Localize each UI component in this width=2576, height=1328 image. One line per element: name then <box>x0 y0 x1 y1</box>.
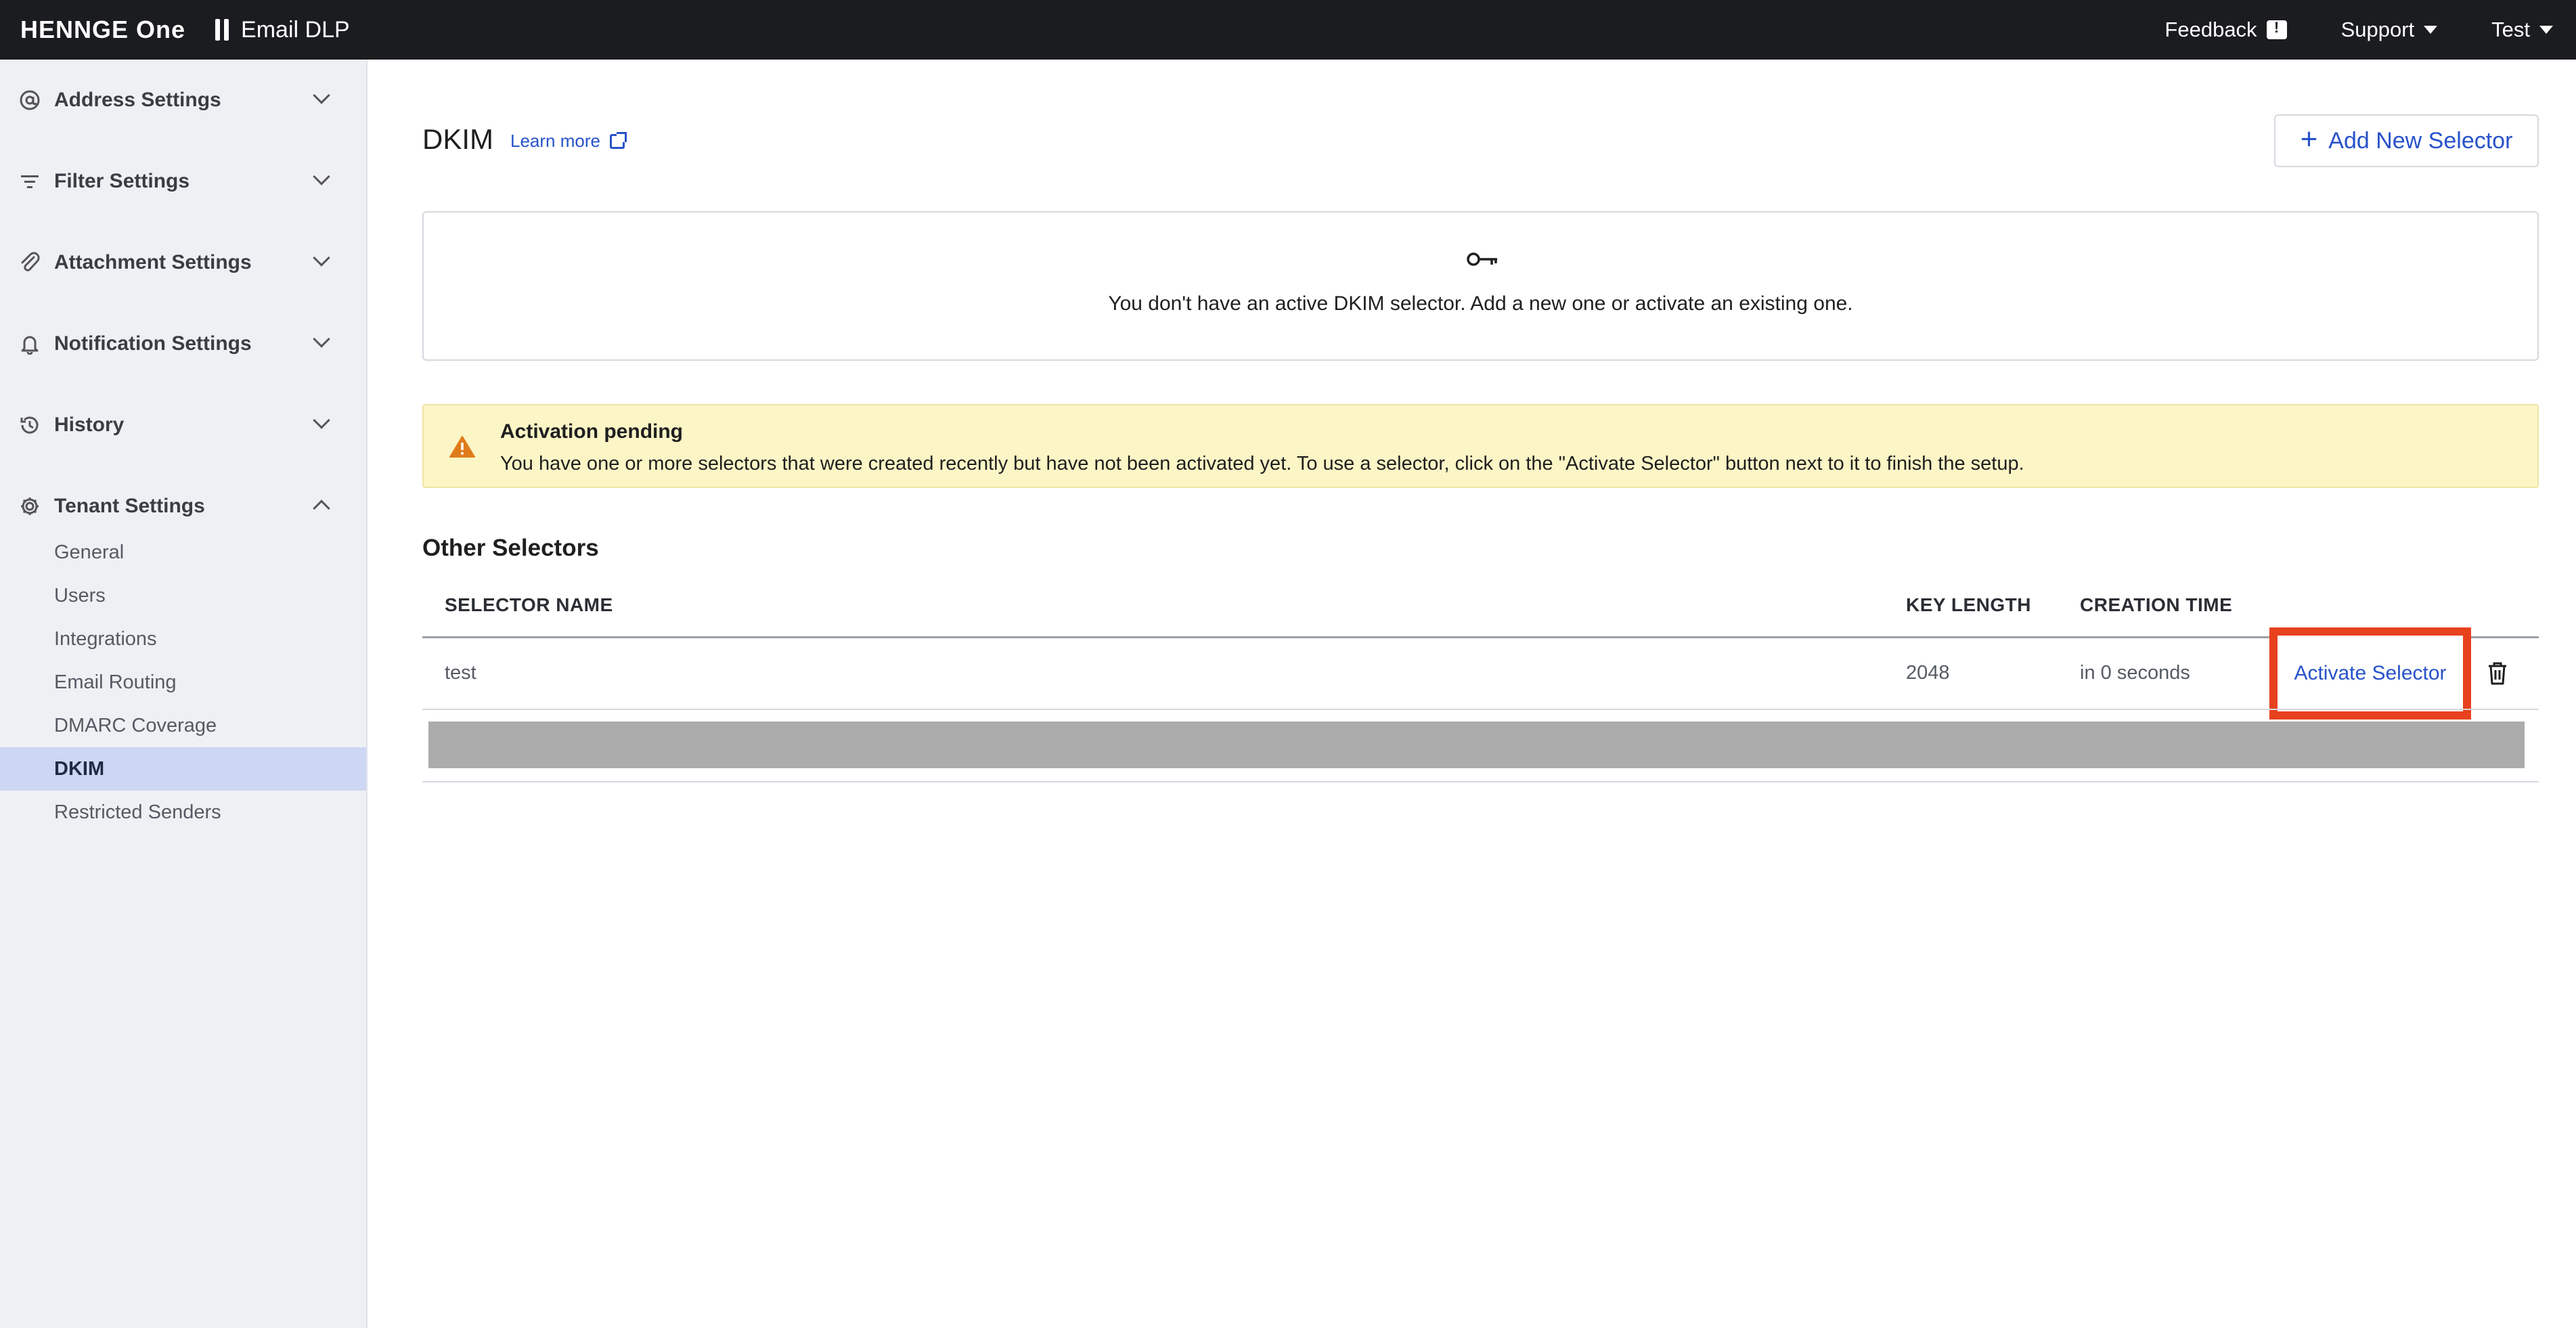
caret-down-icon <box>2424 26 2438 34</box>
sidebar-item-dmarc-coverage[interactable]: DMARC Coverage <box>0 704 366 747</box>
sidebar-item-email-routing[interactable]: Email Routing <box>0 661 366 704</box>
sidebar-item-integrations[interactable]: Integrations <box>0 617 366 661</box>
sidebar-group-label: Tenant Settings <box>54 495 205 517</box>
sidebar-group-filter-settings[interactable]: Filter Settings <box>0 154 368 208</box>
sidebar-item-general[interactable]: General <box>0 531 366 574</box>
brand[interactable]: HENNGE One Email DLP <box>20 0 350 60</box>
activation-pending-alert: Activation pending You have one or more … <box>422 404 2539 488</box>
page-title: DKIM <box>422 123 493 155</box>
top-bar: HENNGE One Email DLP Feedback Support Te… <box>0 0 2576 60</box>
at-icon <box>20 90 40 110</box>
warning-icon <box>449 436 475 458</box>
user-label: Test <box>2491 18 2530 41</box>
sidebar-group-label: Notification Settings <box>54 332 252 355</box>
sidebar-group-attachment-settings[interactable]: Attachment Settings <box>0 236 368 290</box>
column-header-key-length: KEY LENGTH <box>1906 594 2031 615</box>
table-header-divider <box>422 636 2539 638</box>
empty-state-panel: You don't have an active DKIM selector. … <box>422 211 2539 361</box>
sidebar: Address Settings Filter Settings Attachm… <box>0 60 368 1328</box>
sidebar-item-dkim[interactable]: DKIM <box>0 747 366 791</box>
sidebar-group-label: History <box>54 414 125 436</box>
activate-selector-highlight: Activate Selector <box>2269 627 2471 720</box>
brand-logo: HENNGE One <box>20 16 186 43</box>
chevron-down-icon <box>313 249 330 267</box>
gear-icon <box>21 497 39 515</box>
sidebar-group-notification-settings[interactable]: Notification Settings <box>0 317 368 371</box>
selector-name-cell: test <box>445 662 476 684</box>
table-bottom-divider <box>422 781 2539 782</box>
support-menu[interactable]: Support <box>2341 18 2438 42</box>
column-header-creation-time: CREATION TIME <box>2080 594 2233 615</box>
alert-title: Activation pending <box>500 420 683 443</box>
paperclip-icon <box>21 252 40 271</box>
creation-time-cell: in 0 seconds <box>2080 662 2190 684</box>
trash-icon[interactable] <box>2487 661 2508 686</box>
sidebar-group-label: Attachment Settings <box>54 251 252 273</box>
key-length-cell: 2048 <box>1906 662 1950 684</box>
bell-icon <box>21 336 39 355</box>
feedback-button[interactable]: Feedback <box>2164 18 2287 42</box>
external-link-icon <box>609 131 627 149</box>
sidebar-group-label: Filter Settings <box>54 170 190 192</box>
chevron-down-icon <box>313 87 330 104</box>
column-header-selector-name: SELECTOR NAME <box>445 594 613 615</box>
feedback-label: Feedback <box>2164 18 2257 41</box>
sidebar-item-users[interactable]: Users <box>0 574 366 617</box>
table-row-divider <box>422 709 2539 710</box>
sidebar-group-address-settings[interactable]: Address Settings <box>0 73 368 127</box>
filter-icon <box>21 175 39 188</box>
alert-body: You have one or more selectors that were… <box>500 453 2024 474</box>
key-icon <box>1467 252 1497 266</box>
chevron-up-icon <box>313 500 330 517</box>
add-new-selector-label: Add New Selector <box>2328 127 2513 154</box>
support-label: Support <box>2340 18 2415 41</box>
section-title: Other Selectors <box>422 535 599 561</box>
plus-icon: + <box>2300 123 2318 156</box>
main-content: DKIM Learn more + Add New Selector You d… <box>368 60 2576 1328</box>
chevron-down-icon <box>313 412 330 429</box>
feedback-icon <box>2266 19 2287 39</box>
learn-more-label: Learn more <box>510 131 600 151</box>
sidebar-group-label: Address Settings <box>54 89 221 111</box>
product-name: Email DLP <box>241 16 350 43</box>
add-new-selector-button[interactable]: + Add New Selector <box>2274 114 2539 167</box>
sidebar-group-history[interactable]: History <box>0 398 368 452</box>
activate-selector-button[interactable]: Activate Selector <box>2294 662 2446 685</box>
chevron-down-icon <box>313 168 330 185</box>
sidebar-item-restricted-senders[interactable]: Restricted Senders <box>0 791 366 834</box>
sidebar-group-tenant-settings[interactable]: Tenant Settings <box>0 479 368 533</box>
user-menu[interactable]: Test <box>2491 18 2553 42</box>
empty-state-message: You don't have an active DKIM selector. … <box>1108 292 1853 315</box>
caret-down-icon <box>2539 26 2553 34</box>
product-divider-icon <box>215 19 229 41</box>
chevron-down-icon <box>313 330 330 348</box>
top-nav: Feedback Support Test <box>2164 0 2576 60</box>
learn-more-link[interactable]: Learn more <box>510 131 627 152</box>
loading-row-placeholder <box>428 722 2525 768</box>
history-icon <box>20 416 39 434</box>
